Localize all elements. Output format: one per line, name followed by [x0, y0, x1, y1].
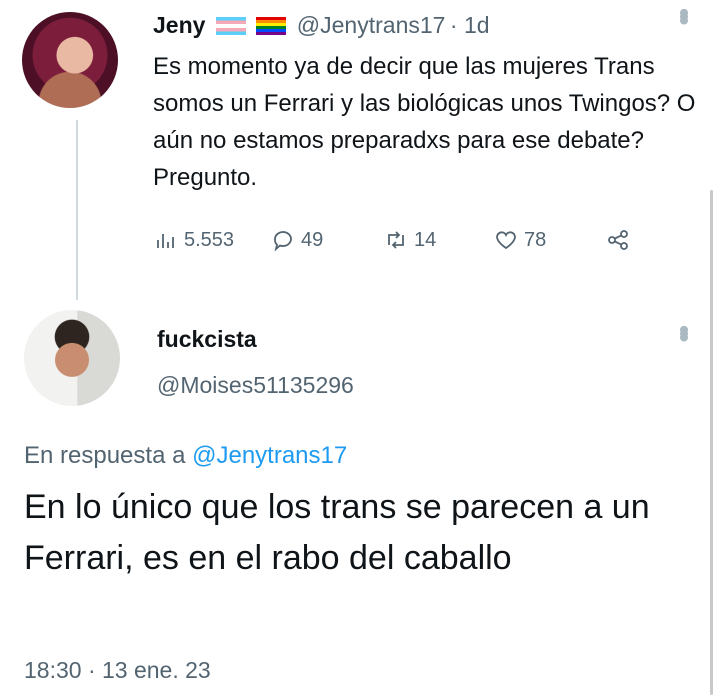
views-metric[interactable]: 5.553	[154, 228, 234, 252]
reply-count: 49	[301, 228, 324, 251]
share-button[interactable]	[606, 228, 630, 252]
like-count: 78	[524, 228, 547, 251]
reply-metric[interactable]: 49	[271, 228, 323, 252]
in-reply-to: En respuesta a @Jenytrans17	[24, 442, 347, 470]
more-dots-icon[interactable]: •••	[668, 8, 700, 19]
tweet-age[interactable]: · 1d	[450, 12, 490, 38]
author-handle[interactable]: @Jenytrans17	[297, 12, 446, 38]
avatar[interactable]	[24, 310, 120, 406]
retweet-metric[interactable]: 14	[384, 228, 436, 252]
tweet-header: Jeny @Jenytrans17 · 1d	[153, 12, 490, 39]
in-reply-handle-link[interactable]: @Jenytrans17	[192, 442, 347, 469]
scrollbar[interactable]	[710, 190, 713, 695]
more-dots-icon[interactable]: •••	[668, 325, 700, 336]
share-icon	[608, 230, 628, 250]
in-reply-prefix: En respuesta a	[24, 442, 186, 469]
like-metric[interactable]: 78	[494, 228, 546, 252]
tweet-text: Es momento ya de decir que las mujeres T…	[153, 53, 696, 191]
reply-author-name[interactable]: fuckcista	[157, 326, 257, 353]
bar-chart-icon	[157, 234, 174, 248]
reply-author-handle[interactable]: @Moises51135296	[157, 372, 354, 399]
author-name[interactable]: Jeny	[153, 12, 205, 38]
heart-icon	[496, 231, 516, 250]
tweet-metrics: 5.553 49 14 78	[0, 228, 720, 258]
retweet-icon	[388, 231, 404, 249]
views-count: 5.553	[184, 228, 235, 251]
reply-text: En lo único que los trans se parecen a u…	[24, 488, 650, 577]
reply-bubble-icon	[274, 231, 292, 252]
avatar[interactable]	[22, 12, 118, 108]
retweet-count: 14	[414, 228, 437, 251]
reply-timestamp[interactable]: 18:30 · 13 ene. 23	[24, 657, 211, 684]
thread-line	[76, 120, 78, 300]
transgender-flag-emoji	[215, 17, 246, 35]
rainbow-flag-emoji	[256, 17, 287, 35]
